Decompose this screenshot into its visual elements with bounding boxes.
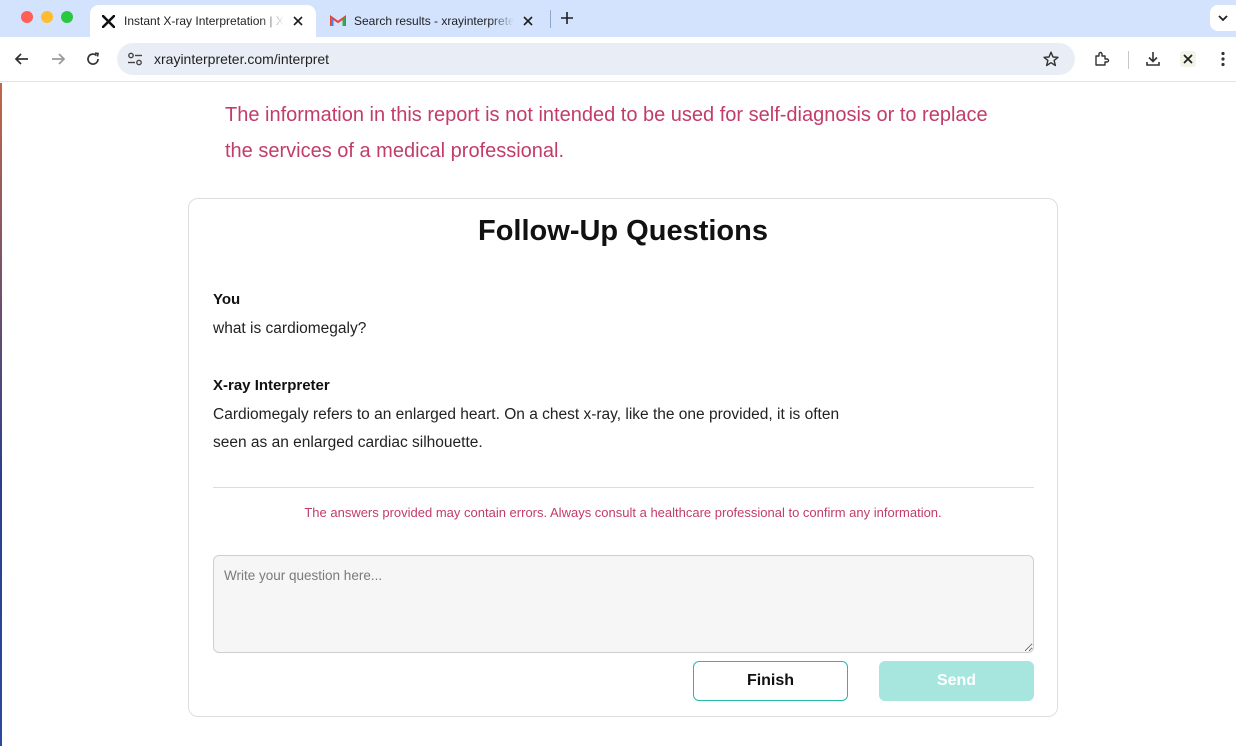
browser-toolbar: xrayinterpreter.com/interpret (0, 37, 1236, 82)
extensions-puzzle-icon[interactable] (1091, 48, 1113, 70)
address-bar[interactable]: xrayinterpreter.com/interpret (117, 43, 1075, 75)
xray-extension-icon[interactable] (1177, 48, 1199, 70)
minimize-window-button[interactable] (41, 11, 53, 23)
url-text: xrayinterpreter.com/interpret (154, 51, 330, 67)
gmail-icon (330, 13, 346, 29)
desktop-edge (0, 83, 2, 746)
tab-title: Search results - xrayinterpreter (354, 14, 514, 28)
close-tab-icon[interactable] (290, 13, 306, 29)
site-settings-icon[interactable] (125, 49, 145, 69)
message-text-you: what is cardiomegaly? (213, 320, 367, 337)
bookmark-star-icon[interactable] (1041, 49, 1061, 69)
divider (213, 487, 1034, 488)
tab-separator (550, 10, 551, 28)
message-text-interpreter: Cardiomegaly refers to an enlarged heart… (213, 406, 840, 451)
question-input[interactable] (213, 555, 1034, 653)
follow-up-card: Follow-Up Questions You what is cardiome… (188, 198, 1058, 717)
tab-search-results[interactable]: Search results - xrayinterpreter (320, 5, 546, 37)
message-author-you: You (213, 291, 241, 308)
reload-icon[interactable] (82, 48, 104, 70)
more-menu-icon[interactable] (1212, 48, 1234, 70)
browser-tab-bar: Instant X-ray Interpretation | X Search … (0, 0, 1236, 37)
message-author-interpreter: X-ray Interpreter (213, 377, 330, 394)
back-arrow-icon[interactable] (11, 48, 33, 70)
medical-disclaimer: The information in this report is not in… (225, 104, 988, 162)
finish-button[interactable]: Finish (693, 661, 848, 701)
send-button[interactable]: Send (879, 661, 1034, 701)
tab-title: Instant X-ray Interpretation | X (124, 14, 284, 28)
tab-xray-interpretation[interactable]: Instant X-ray Interpretation | X (90, 5, 316, 37)
x-logo-icon (100, 13, 116, 29)
forward-arrow-icon[interactable] (47, 48, 69, 70)
close-window-button[interactable] (21, 11, 33, 23)
tab-search-chevron-icon[interactable] (1210, 5, 1236, 31)
maximize-window-button[interactable] (61, 11, 73, 23)
close-tab-icon[interactable] (520, 13, 536, 29)
page-title: Follow-Up Questions (478, 215, 768, 247)
answer-warning: The answers provided may contain errors.… (304, 505, 942, 520)
download-icon[interactable] (1142, 48, 1164, 70)
toolbar-separator (1128, 51, 1129, 69)
new-tab-button[interactable] (557, 8, 577, 28)
